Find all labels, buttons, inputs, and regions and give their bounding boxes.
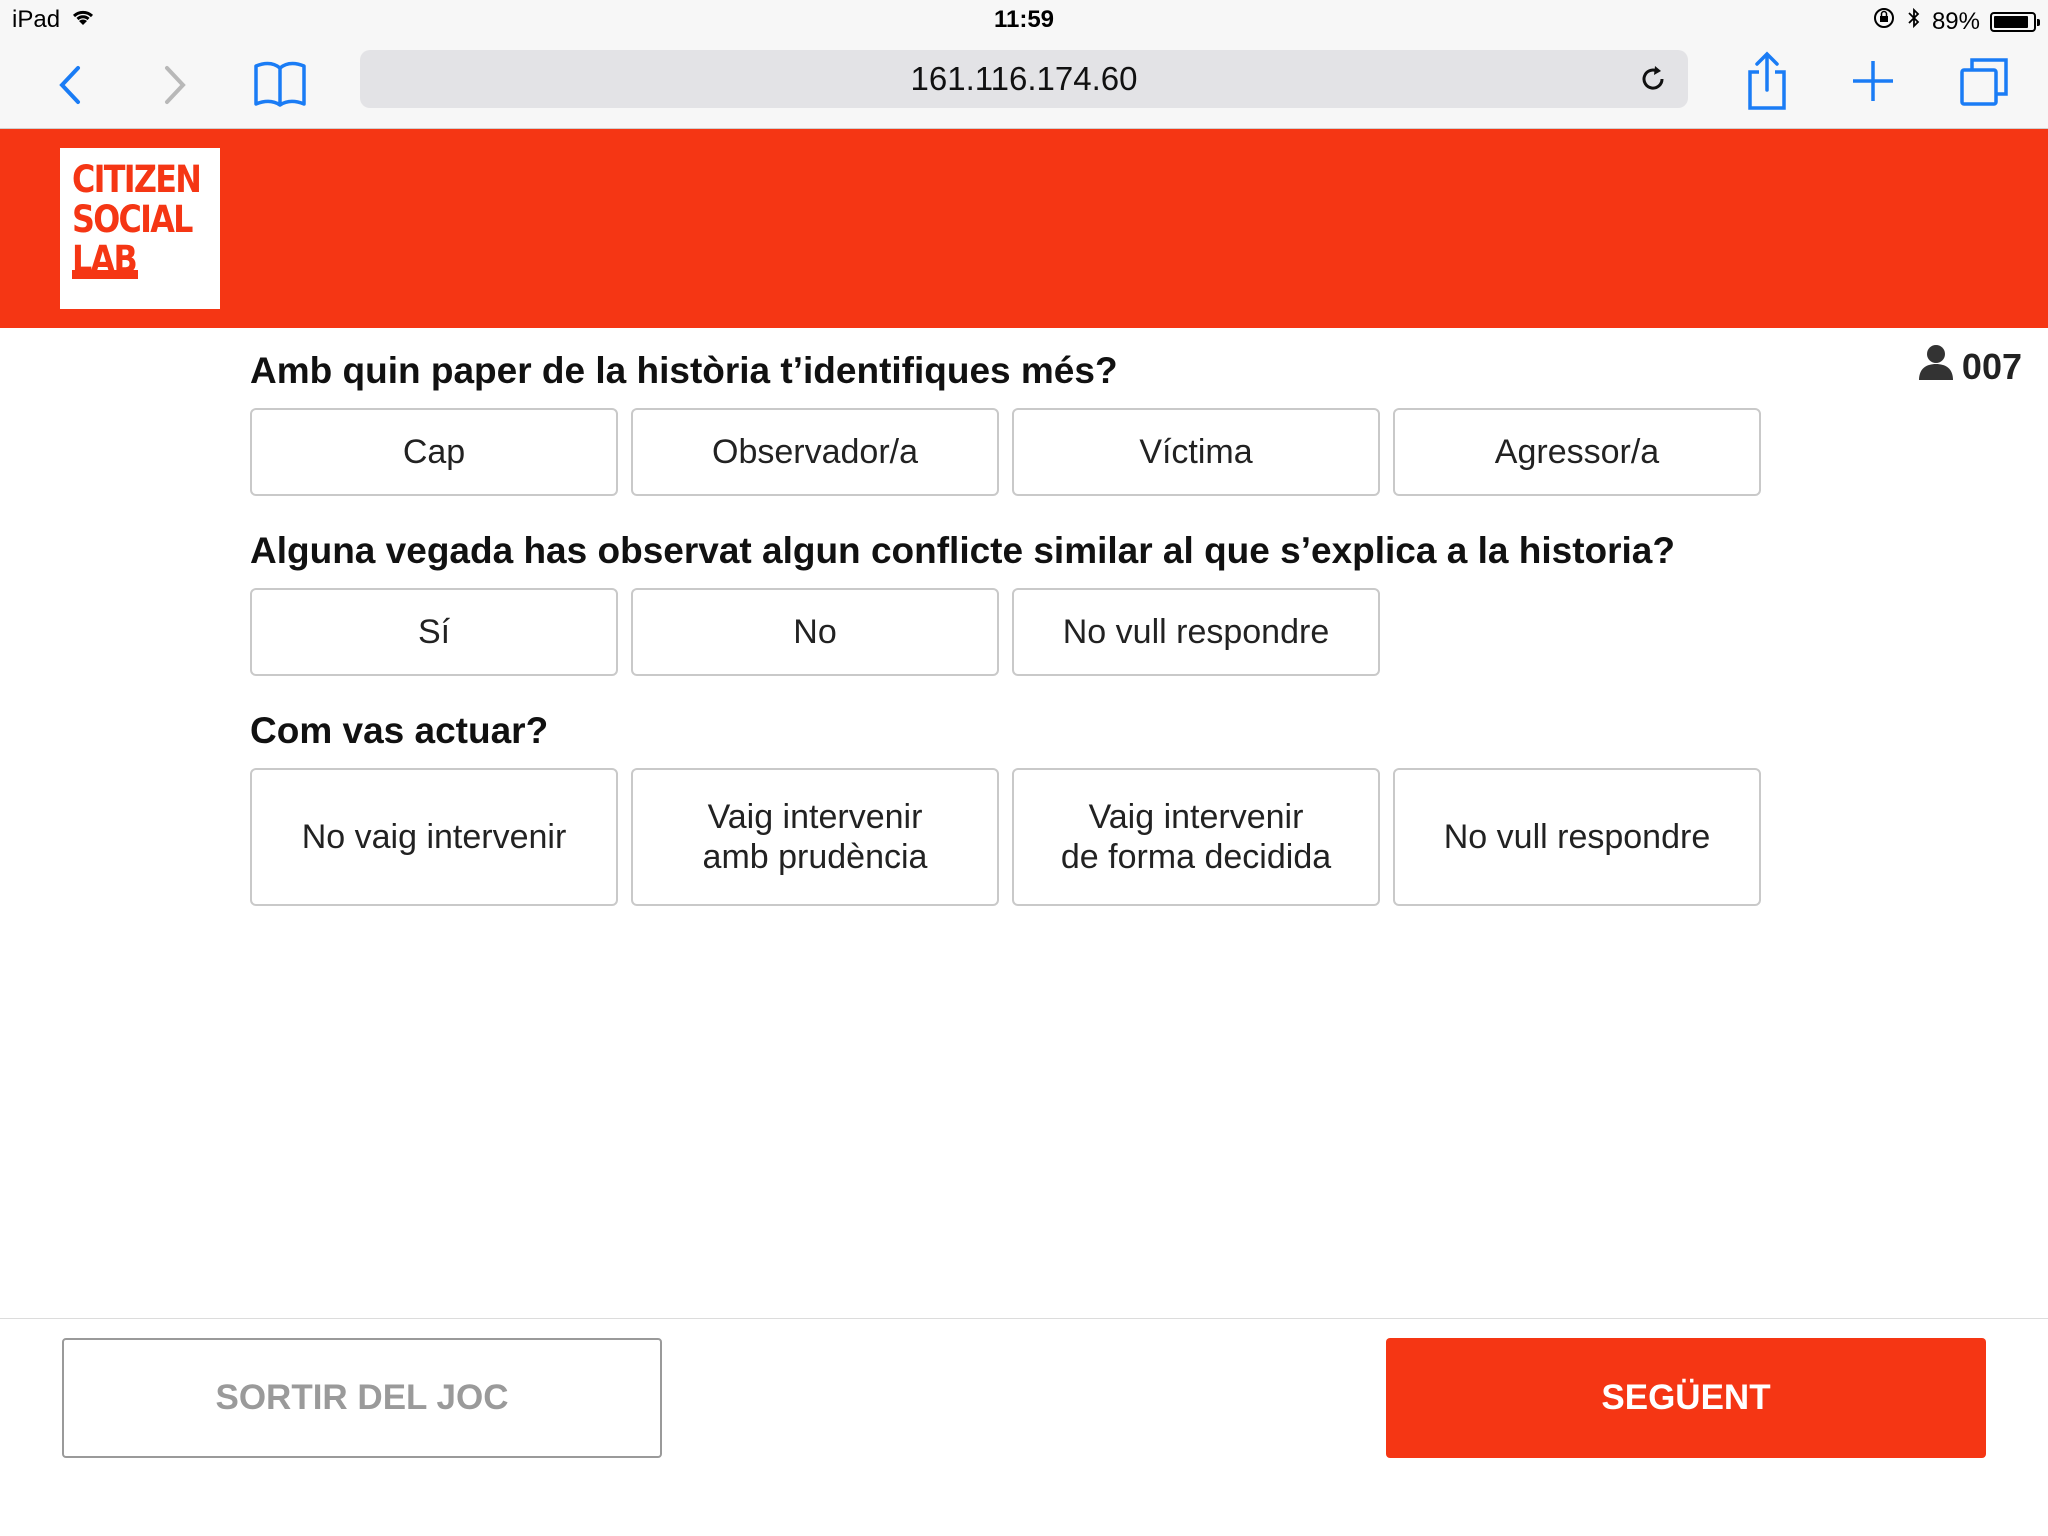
footer-divider xyxy=(0,1318,2048,1319)
q3-option-decidida[interactable]: Vaig intervenir de forma decidida xyxy=(1012,768,1380,906)
logo-line-1: CITIZEN xyxy=(72,158,202,201)
q3-option-prudencia[interactable]: Vaig intervenir amb prudència xyxy=(631,768,999,906)
back-icon[interactable] xyxy=(50,60,90,110)
browser-toolbar: 161.116.174.60 xyxy=(0,42,2048,129)
next-button[interactable]: SEGÜENT xyxy=(1386,1338,1986,1458)
user-icon xyxy=(1916,342,1956,391)
new-tab-icon[interactable] xyxy=(1850,58,1896,104)
address-bar[interactable]: 161.116.174.60 xyxy=(360,50,1688,108)
battery-percent: 89% xyxy=(1931,7,1980,35)
user-badge: 007 xyxy=(1916,342,2022,391)
share-icon[interactable] xyxy=(1742,50,1792,114)
q2-option-si[interactable]: Sí xyxy=(250,588,618,676)
reload-icon[interactable] xyxy=(1638,64,1668,102)
q1-option-cap[interactable]: Cap xyxy=(250,408,618,496)
url-text: 161.116.174.60 xyxy=(910,60,1138,97)
q3-option-no-vaig-intervenir[interactable]: No vaig intervenir xyxy=(250,768,618,906)
q2-option-no-vull-respondre[interactable]: No vull respondre xyxy=(1012,588,1380,676)
bookmarks-icon[interactable] xyxy=(252,58,308,110)
question-3-title: Com vas actuar? xyxy=(250,710,549,751)
rotation-lock-icon xyxy=(1872,6,1896,37)
tabs-icon[interactable] xyxy=(1958,56,2010,108)
q1-option-victima[interactable]: Víctima xyxy=(1012,408,1380,496)
citizen-social-lab-logo[interactable]: CITIZEN SOCIAL LAB xyxy=(60,148,220,309)
exit-game-button[interactable]: SORTIR DEL JOC xyxy=(62,1338,662,1458)
question-1-title: Amb quin paper de la història t’identifi… xyxy=(250,350,1118,391)
bluetooth-icon xyxy=(1906,6,1922,37)
battery-icon xyxy=(1990,11,2040,32)
logo-underline xyxy=(72,270,138,279)
user-id: 007 xyxy=(1961,345,2022,387)
q1-option-agressor[interactable]: Agressor/a xyxy=(1393,408,1761,496)
q1-option-observador[interactable]: Observador/a xyxy=(631,408,999,496)
status-bar-right: 89% xyxy=(1872,6,2040,37)
question-2-title: Alguna vegada has observat algun conflic… xyxy=(250,530,1675,571)
forward-icon[interactable] xyxy=(155,60,195,110)
site-header: CITIZEN SOCIAL LAB xyxy=(0,129,2048,328)
status-bar: iPad 11:59 89% xyxy=(0,0,2048,42)
status-time: 11:59 xyxy=(993,6,1055,33)
logo-line-2: SOCIAL xyxy=(72,198,193,241)
q3-option-no-vull-respondre[interactable]: No vull respondre xyxy=(1393,768,1761,906)
q2-option-no[interactable]: No xyxy=(631,588,999,676)
